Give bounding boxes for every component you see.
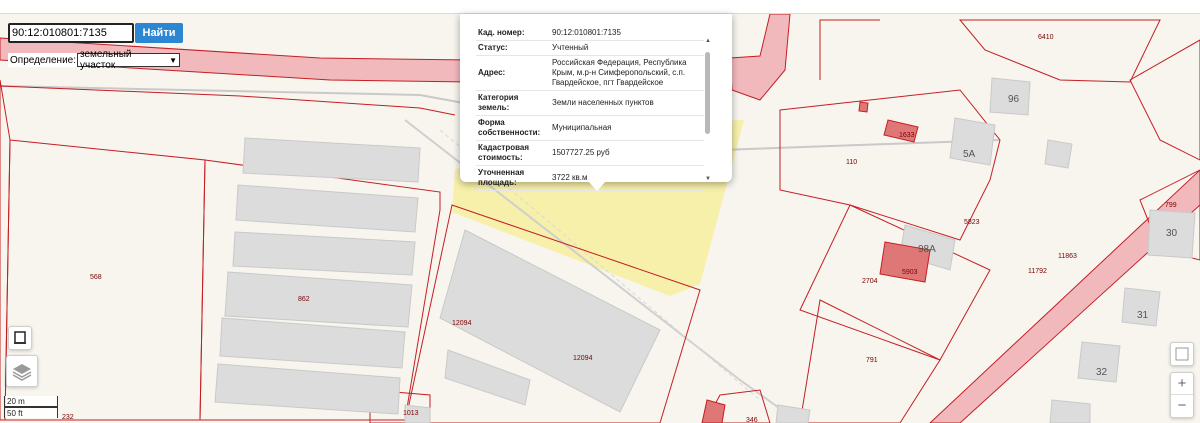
scroll-down-icon[interactable]: ▼ bbox=[704, 176, 712, 182]
info-value: Российская Федерация, Республика Крым, м… bbox=[550, 55, 704, 91]
building-number: 32 bbox=[1096, 367, 1108, 378]
info-row: Статус: Учтенный bbox=[476, 40, 704, 56]
definition-row: Определение: земельный участок ▼ bbox=[8, 49, 181, 71]
parcel-label: 12094 bbox=[452, 320, 472, 327]
definition-selected-value: земельный участок bbox=[80, 49, 132, 71]
parcel-label: 232 bbox=[62, 414, 74, 421]
parcel-label: 11792 bbox=[1028, 268, 1047, 275]
scale-imperial: 50 ft bbox=[4, 407, 58, 418]
info-value: Земли населенных пунктов bbox=[550, 90, 704, 116]
parcel-label: 862 bbox=[298, 296, 310, 303]
layers-button[interactable] bbox=[6, 355, 38, 387]
building-number: 96 bbox=[1008, 94, 1020, 105]
parcel-label: 799 bbox=[1165, 202, 1177, 209]
parcel-label: 11863 bbox=[1058, 253, 1077, 260]
fullscreen-button[interactable] bbox=[8, 326, 32, 350]
info-key: Кадастровая стоимость: bbox=[476, 140, 550, 166]
scale-bar: 20 m 50 ft bbox=[4, 396, 58, 418]
popup-scrollbar[interactable]: ▲ ▼ bbox=[704, 28, 712, 186]
zoom-control: + − bbox=[1170, 372, 1194, 418]
parcel-label: 6410 bbox=[1038, 34, 1054, 41]
building-number: 31 bbox=[1137, 310, 1149, 321]
parcel-label: 568 bbox=[90, 274, 102, 281]
scroll-thumb[interactable] bbox=[705, 52, 710, 134]
info-row: Кадастровая стоимость: 1507727.25 руб bbox=[476, 140, 704, 166]
zoom-in-button[interactable]: + bbox=[1171, 373, 1193, 395]
building-number: 98А bbox=[918, 244, 936, 255]
parcel-info-table: Кад. номер: 90:12:010801:7135 Статус: Учте… bbox=[476, 26, 704, 191]
scroll-up-icon[interactable]: ▲ bbox=[704, 38, 712, 44]
info-key: Адрес: bbox=[476, 55, 550, 91]
parcel-label: 2704 bbox=[862, 278, 878, 285]
info-value: 90:12:010801:7135 bbox=[550, 26, 704, 41]
info-value: Муниципальная bbox=[550, 115, 704, 141]
chevron-down-icon: ▼ bbox=[169, 55, 178, 65]
parcel-info-popup: Кад. номер: 90:12:010801:7135 Статус: Учте… bbox=[460, 14, 732, 191]
parcel-label: 791 bbox=[866, 357, 878, 364]
popup-pointer bbox=[588, 181, 606, 191]
parcel-label: 110 bbox=[846, 159, 857, 166]
find-button[interactable]: Найти bbox=[135, 23, 183, 43]
building-number: 30 bbox=[1166, 228, 1178, 239]
expand-button[interactable] bbox=[1170, 342, 1194, 366]
parcel-label: 346 bbox=[746, 417, 758, 423]
scale-metric: 20 m bbox=[4, 396, 58, 407]
definition-label: Определение: bbox=[10, 54, 77, 66]
info-key: Форма собственности: bbox=[476, 115, 550, 141]
expand-icon bbox=[1175, 347, 1189, 361]
top-bar bbox=[0, 0, 1200, 14]
info-row: Адрес: Российская Федерация, Республика К… bbox=[476, 55, 704, 91]
info-value: 1507727.25 руб bbox=[550, 140, 704, 166]
info-value: Учтенный bbox=[550, 40, 704, 56]
info-key: Кад. номер: bbox=[476, 26, 550, 41]
fullscreen-icon bbox=[14, 331, 26, 344]
parcel-label: 5903 bbox=[902, 269, 918, 276]
info-key: Статус: bbox=[476, 40, 550, 56]
parcel-label: 12094 bbox=[573, 355, 593, 362]
building-number: 5А bbox=[963, 149, 976, 160]
info-value: 3722 кв.м bbox=[550, 165, 704, 191]
cadastral-search-input[interactable]: 90:12:010801:7135 bbox=[8, 23, 134, 43]
definition-select[interactable]: земельный участок ▼ bbox=[77, 49, 181, 71]
info-key: Уточненная площадь: bbox=[476, 165, 550, 191]
info-row: Кад. номер: 90:12:010801:7135 bbox=[476, 26, 704, 41]
layers-icon bbox=[12, 364, 32, 381]
info-key: Категория земель: bbox=[476, 90, 550, 116]
parcel-label: 1013 bbox=[403, 410, 419, 417]
zoom-out-button[interactable]: − bbox=[1171, 395, 1193, 417]
info-row: Форма собственности: Муниципальная bbox=[476, 115, 704, 141]
info-row: Категория земель: Земли населенных пункто… bbox=[476, 90, 704, 116]
parcel-label: 5823 bbox=[964, 219, 980, 226]
parcel-label: 1633 bbox=[899, 132, 915, 139]
